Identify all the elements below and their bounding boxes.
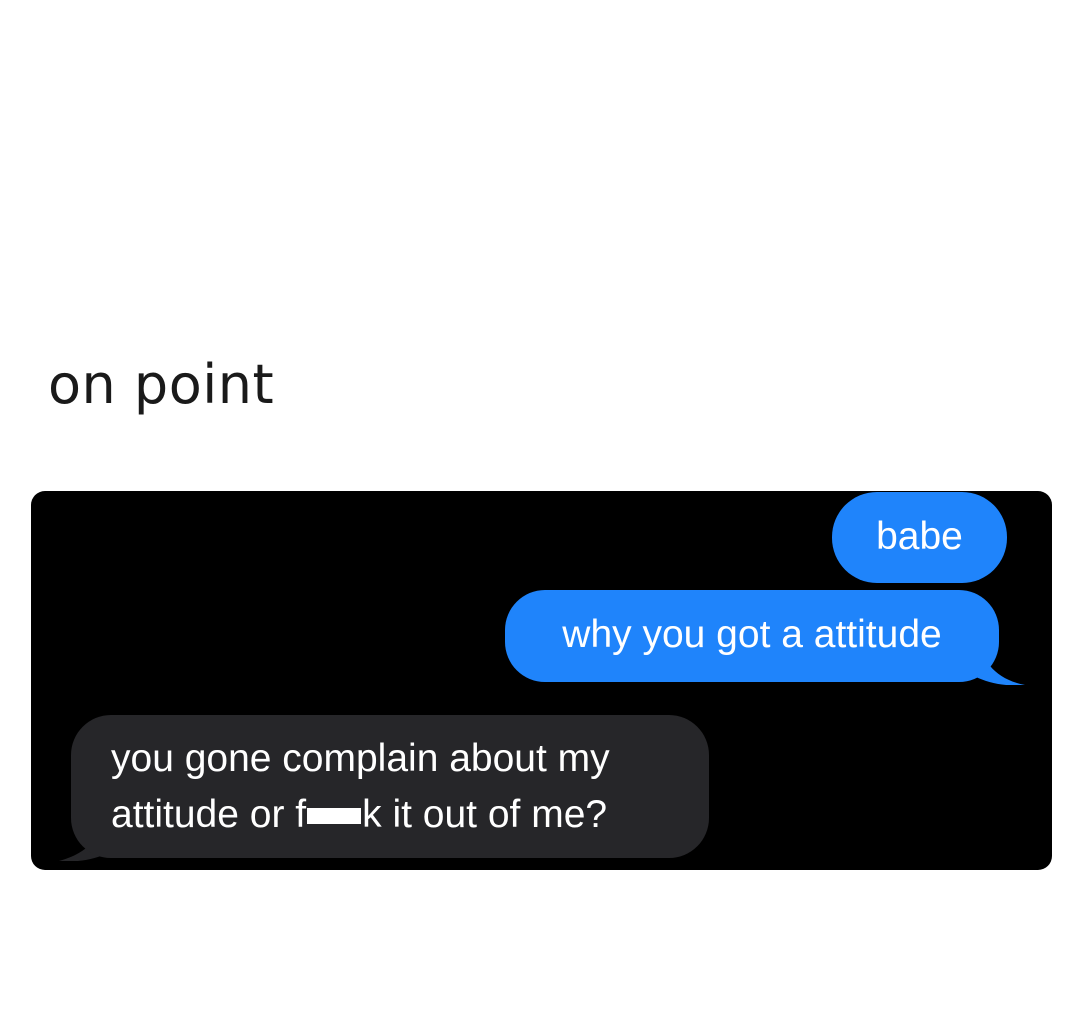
message-text: why you got a attitude — [562, 613, 942, 656]
redaction-bar — [307, 808, 362, 824]
message-text-line: attitude or f k it out of me? — [111, 787, 673, 843]
chat-screenshot: babe why you got a attitude you gone com… — [31, 491, 1052, 870]
post-caption: on point — [48, 353, 275, 416]
message-text-segment: attitude or f — [111, 793, 307, 836]
sent-message-bubble[interactable]: why you got a attitude — [505, 590, 999, 682]
sent-message-bubble[interactable]: babe — [832, 492, 1007, 583]
message-text: babe — [876, 515, 963, 558]
message-text-line: you gone complain about my — [111, 737, 610, 780]
received-message-bubble[interactable]: you gone complain about my attitude or f… — [71, 715, 709, 858]
message-text-segment: k it out of me? — [362, 793, 608, 836]
